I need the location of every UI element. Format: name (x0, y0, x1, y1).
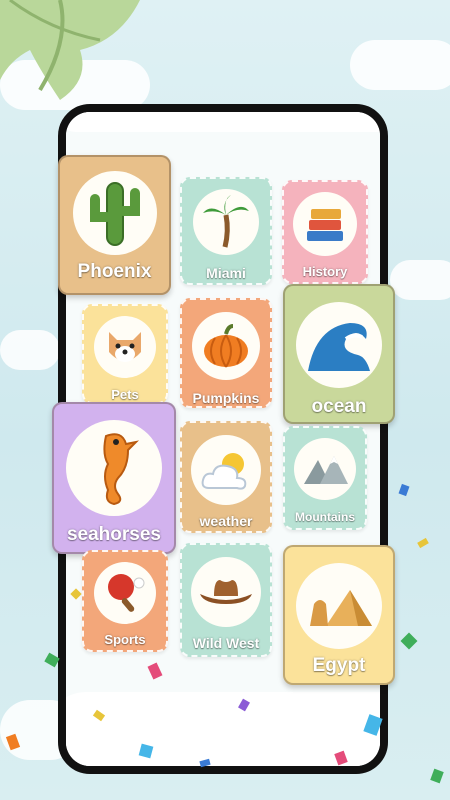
background-cloud (350, 40, 450, 90)
seahorse-icon (103, 433, 140, 506)
card-label: Pumpkins (192, 390, 260, 406)
card-label: weather (199, 513, 253, 529)
card-label: History (302, 264, 348, 279)
pumpkin-icon (204, 324, 248, 368)
ping-pong-icon (108, 574, 145, 612)
books-icon (307, 209, 343, 241)
confetti (417, 537, 429, 549)
card-weather[interactable]: weather (180, 421, 272, 533)
leaf-decoration-icon (0, 0, 140, 100)
card-history[interactable]: History (282, 180, 368, 284)
card-label: Mountains (295, 510, 355, 524)
background-cloud (0, 330, 60, 370)
confetti (398, 483, 410, 497)
palm-tree-icon (203, 195, 249, 248)
confetti (430, 768, 444, 784)
card-label: Wild West (192, 635, 260, 651)
card-sports[interactable]: Sports (82, 550, 168, 652)
card-miami[interactable]: Miami (180, 177, 272, 285)
card-pumpkins[interactable]: Pumpkins (180, 298, 272, 408)
card-egypt[interactable]: Egypt (283, 545, 395, 685)
mountains-icon (304, 456, 348, 484)
card-mountains[interactable]: Mountains (283, 426, 367, 530)
card-label: Phoenix (77, 261, 152, 282)
card-ocean[interactable]: ocean (283, 284, 395, 424)
cowboy-hat-icon (200, 580, 252, 604)
dog-icon (109, 332, 141, 362)
card-wild-west[interactable]: Wild West (180, 543, 272, 657)
pyramid-icon (310, 590, 372, 626)
confetti (400, 632, 418, 650)
inner-cloud (66, 112, 380, 132)
card-pets[interactable]: Pets (82, 304, 168, 404)
card-phoenix[interactable]: Phoenix (58, 155, 171, 295)
card-label: Miami (206, 265, 246, 281)
wave-icon (308, 323, 370, 371)
cloud-sun-icon (201, 453, 247, 490)
card-seahorses[interactable]: seahorses (52, 402, 176, 554)
card-label: seahorses (66, 524, 161, 545)
card-label: Pets (111, 387, 139, 402)
cactus-icon (89, 182, 140, 246)
background-cloud (390, 260, 450, 300)
card-label: Sports (104, 632, 146, 647)
card-label: ocean (311, 396, 367, 417)
card-label: Egypt (312, 655, 366, 676)
